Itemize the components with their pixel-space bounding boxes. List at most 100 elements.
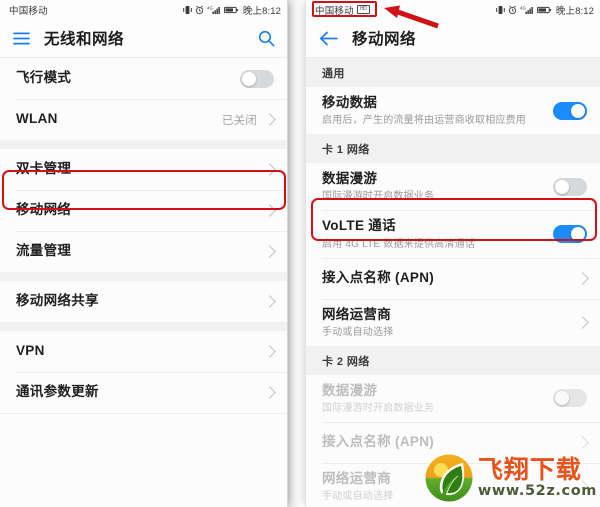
list-item-wlan[interactable]: WLAN 已关闭 (0, 99, 287, 140)
mobile-network-settings-list[interactable]: 通用 移动数据 启用后，产生的流量将由运营商收取相应费用 卡 1 网络 数据漫游… (306, 58, 600, 507)
airplane-mode-toggle[interactable] (240, 69, 274, 88)
status-clock: 晚上8:12 (555, 5, 594, 17)
toggle-knob (571, 227, 585, 242)
chevron-right-icon (263, 245, 276, 258)
search-icon[interactable] (258, 30, 275, 47)
row-texts: 网络运营商 手动或自动选择 (322, 306, 576, 339)
row-texts: 接入点名称 (APN) (322, 269, 576, 287)
page-title: 无线和网络 (44, 31, 125, 48)
row-texts: WLAN (16, 110, 222, 128)
list-item-tethering[interactable]: 移动网络共享 (0, 281, 287, 322)
section-header-sim2: 卡 2 网络 (306, 345, 600, 375)
settings-group: 移动网络共享 (0, 281, 287, 322)
row-texts: 飞行模式 (16, 69, 240, 87)
list-item-label: WLAN (16, 111, 58, 127)
list-item-label: 通讯参数更新 (16, 384, 99, 400)
carrier-name: 中国移动 (315, 5, 354, 17)
chevron-right-icon (263, 345, 276, 358)
svg-text:4G: 4G (520, 5, 526, 10)
watermark-text: 飞翔下载 www.52z.com (478, 457, 597, 499)
right-action-bar: 移动网络 (306, 19, 600, 58)
list-item-sublabel: 手动或自动选择 (322, 326, 394, 338)
right-phone-screen: 中国移动 HD 4G 晚上8:12 移动网络 通用 移动数据 启用后，产生的流量… (305, 0, 600, 507)
list-item-mobile-network[interactable]: 移动网络 (0, 190, 287, 231)
list-item-network-operator-sim1[interactable]: 网络运营商 手动或自动选择 (306, 298, 600, 346)
chevron-right-icon (263, 295, 276, 308)
list-item-label: VPN (16, 343, 45, 359)
left-carrier-area: 中国移动 (9, 3, 48, 17)
alarm-icon (195, 5, 204, 15)
list-item-label: 数据漫游 (322, 171, 378, 187)
watermark-url: www.52z.com (477, 483, 597, 500)
list-item-apn-sim1[interactable]: 接入点名称 (APN) (306, 257, 600, 299)
settings-group-general: 移动数据 启用后，产生的流量将由运营商收取相应费用 (306, 87, 600, 135)
chevron-right-icon (263, 204, 276, 217)
row-texts: 移动数据 启用后，产生的流量将由运营商收取相应费用 (322, 94, 553, 127)
row-texts: 数据漫游 国际漫游时开启数据业务 (322, 170, 553, 203)
row-texts: 接入点名称 (APN) (322, 433, 576, 451)
list-item-mobile-data[interactable]: 移动数据 启用后，产生的流量将由运营商收取相应费用 (306, 87, 600, 135)
group-separator (0, 322, 287, 331)
right-status-icons: 4G 晚上8:12 (496, 3, 594, 17)
list-item-vpn[interactable]: VPN (0, 331, 287, 372)
list-item-label: 飞行模式 (16, 70, 72, 86)
battery-icon (223, 5, 239, 15)
right-carrier-area: 中国移动 HD (315, 3, 370, 17)
watermark: 飞翔下载 www.52z.com (424, 453, 597, 503)
data-roaming-toggle-sim1[interactable] (553, 177, 587, 196)
signal-icon: 4G (207, 5, 221, 15)
row-texts: VoLTE 通话 启用 4G LTE 数据来提供高清通话 (322, 217, 553, 250)
list-empty-space (0, 421, 287, 507)
chevron-right-icon (263, 386, 276, 399)
settings-group: 双卡管理 移动网络 流量管理 (0, 149, 287, 272)
screenshot-root: 中国移动 4G 晚上8:12 无线和网络 飞行模式 WLAN 已关闭 双卡管理 … (0, 0, 600, 507)
list-bottom-divider (0, 413, 287, 421)
row-texts: 通讯参数更新 (16, 383, 263, 401)
watermark-brand: 飞翔下载 (477, 455, 582, 485)
list-item-volte-call[interactable]: VoLTE 通话 启用 4G LTE 数据来提供高清通话 (306, 210, 600, 258)
list-item-sublabel: 国际漫游时开启数据业务 (322, 403, 435, 415)
chevron-right-icon (263, 113, 276, 126)
settings-group-sim1: 数据漫游 国际漫游时开启数据业务 VoLTE 通话 启用 4G LTE 数据来提… (306, 163, 600, 346)
settings-group: 飞行模式 WLAN 已关闭 (0, 58, 287, 140)
battery-icon (536, 5, 552, 15)
chevron-right-icon (576, 271, 589, 285)
list-item-data-roaming-sim2: 数据漫游 国际漫游时开启数据业务 (306, 374, 600, 423)
toggle-knob (571, 103, 585, 118)
volte-toggle[interactable] (553, 225, 587, 244)
toggle-knob (555, 179, 569, 194)
list-item-label: 网络运营商 (322, 306, 391, 322)
list-item-data-usage[interactable]: 流量管理 (0, 231, 287, 272)
list-item-data-roaming-sim1[interactable]: 数据漫游 国际漫游时开启数据业务 (306, 163, 600, 211)
panel-gap (288, 0, 305, 507)
list-item-label: VoLTE 通话 (322, 218, 396, 234)
volte-badge-icon: HD (356, 5, 370, 14)
wlan-status-value: 已关闭 (221, 114, 257, 127)
list-item-label: 接入点名称 (APN) (322, 434, 435, 450)
svg-text:4G: 4G (207, 5, 213, 10)
list-item-comm-params-update[interactable]: 通讯参数更新 (0, 372, 287, 413)
list-item-airplane-mode[interactable]: 飞行模式 (0, 58, 287, 99)
left-status-bar: 中国移动 4G 晚上8:12 (0, 0, 287, 19)
row-texts: 流量管理 (16, 242, 263, 260)
row-texts: VPN (16, 342, 263, 360)
row-texts: 移动网络共享 (16, 292, 263, 310)
section-header-sim1: 卡 1 网络 (306, 134, 600, 164)
list-item-dual-sim[interactable]: 双卡管理 (0, 149, 287, 190)
chevron-right-icon (576, 315, 589, 329)
left-settings-list[interactable]: 飞行模式 WLAN 已关闭 双卡管理 移动网络 流量管理 移动网络共享 VPN … (0, 58, 287, 507)
list-item-label: 移动数据 (322, 95, 378, 110)
back-arrow-icon[interactable] (319, 31, 338, 46)
hamburger-menu-icon[interactable] (13, 32, 30, 45)
mobile-data-toggle[interactable] (553, 101, 587, 120)
list-item-sublabel: 启用后，产生的流量将由运营商收取相应费用 (322, 115, 526, 127)
carrier-name: 中国移动 (9, 5, 48, 17)
left-action-bar: 无线和网络 (0, 19, 287, 58)
group-separator (0, 272, 287, 281)
page-title: 移动网络 (352, 31, 417, 48)
chevron-right-icon (263, 163, 276, 176)
chevron-right-icon (576, 436, 589, 449)
data-roaming-toggle-sim2 (553, 389, 587, 408)
list-item-label: 移动网络共享 (16, 293, 99, 309)
settings-group: VPN 通讯参数更新 (0, 331, 287, 413)
